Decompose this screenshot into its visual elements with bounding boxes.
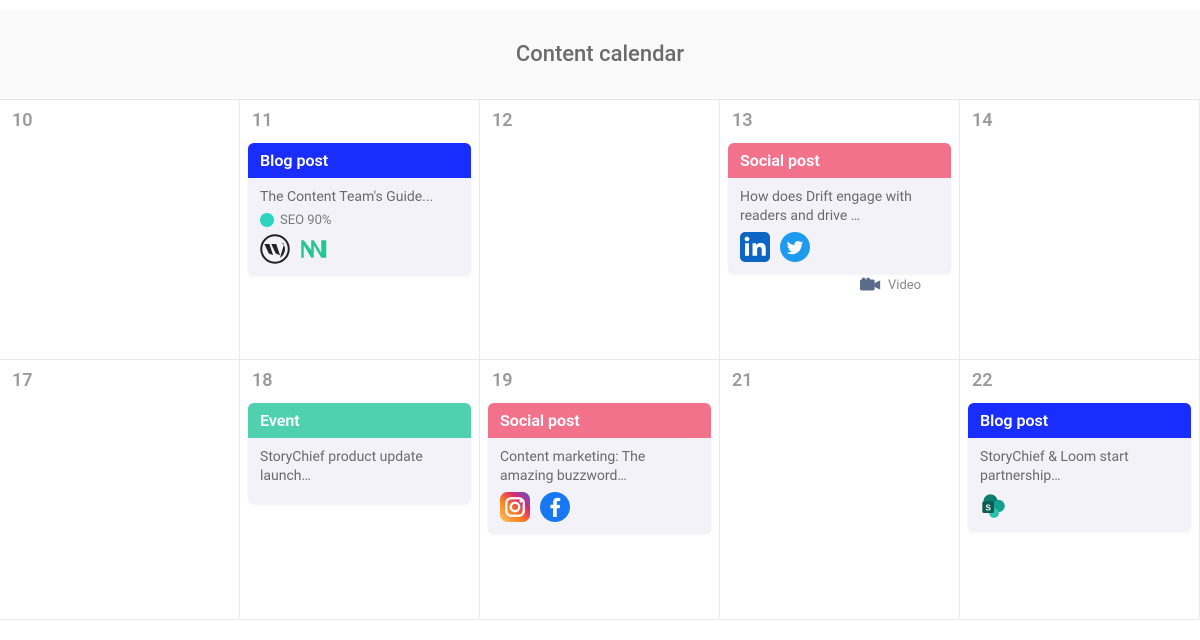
channel-icons [260, 234, 459, 264]
card-title: StoryChief & Loom start partnership… [980, 448, 1179, 486]
video-camera-icon [860, 277, 882, 293]
event-card-blog-11[interactable]: Blog post The Content Team's Guide... SE… [248, 143, 471, 276]
card-type-label: Social post [488, 403, 711, 438]
day-cell-12[interactable]: 12 [480, 100, 720, 360]
wordpress-icon [260, 234, 290, 264]
card-title: How does Drift engage with readers and d… [740, 188, 939, 226]
card-type-label: Blog post [968, 403, 1191, 438]
day-cell-21[interactable]: 21 [720, 360, 960, 620]
day-number: 18 [252, 370, 471, 391]
day-number: 13 [732, 110, 951, 131]
page-title: Content calendar [516, 42, 684, 67]
day-cell-14[interactable]: 14 Video [960, 100, 1200, 360]
sharepoint-icon: S [980, 492, 1008, 520]
channel-icons: S [980, 492, 1179, 520]
day-number: 12 [492, 110, 711, 131]
medium-icon [300, 234, 330, 264]
facebook-icon [540, 492, 570, 522]
card-type-label: Social post [728, 143, 951, 178]
day-number: 14 [972, 110, 1191, 131]
day-number: 19 [492, 370, 711, 391]
day-number: 22 [972, 370, 1191, 391]
twitter-icon [780, 232, 810, 262]
video-badge-label: Video [888, 278, 921, 293]
event-card-social-13[interactable]: Social post How does Drift engage with r… [728, 143, 951, 274]
seo-dot-icon [260, 213, 274, 227]
event-card-blog-22[interactable]: Blog post StoryChief & Loom start partne… [968, 403, 1191, 532]
day-cell-10[interactable]: 10 [0, 100, 240, 360]
day-number: 21 [732, 370, 951, 391]
svg-text:S: S [985, 503, 991, 512]
seo-score-text: SEO 90% [280, 213, 331, 228]
day-cell-17[interactable]: 17 [0, 360, 240, 620]
card-body: StoryChief product update launch… [248, 438, 471, 504]
linkedin-icon [740, 232, 770, 262]
card-body: The Content Team's Guide... SEO 90% [248, 178, 471, 276]
video-badge: Video [860, 277, 921, 293]
day-cell-13[interactable]: 13 Social post How does Drift engage wit… [720, 100, 960, 360]
card-title: StoryChief product update launch… [260, 448, 459, 486]
card-body: Content marketing: The amazing buzzword… [488, 438, 711, 534]
card-type-label: Event [248, 403, 471, 438]
card-title: Content marketing: The amazing buzzword… [500, 448, 699, 486]
day-number: 17 [12, 370, 231, 391]
card-body: How does Drift engage with readers and d… [728, 178, 951, 274]
day-cell-19[interactable]: 19 Social post Content marketing: The am… [480, 360, 720, 620]
card-title: The Content Team's Guide... [260, 188, 459, 207]
card-body: StoryChief & Loom start partnership… S [968, 438, 1191, 532]
event-card-event-18[interactable]: Event StoryChief product update launch… [248, 403, 471, 504]
event-card-social-19[interactable]: Social post Content marketing: The amazi… [488, 403, 711, 534]
seo-indicator: SEO 90% [260, 213, 459, 228]
day-cell-22[interactable]: 22 Blog post StoryChief & Loom start par… [960, 360, 1200, 620]
day-number: 10 [12, 110, 231, 131]
calendar-grid: 10 11 Blog post The Content Team's Guide… [0, 100, 1200, 620]
channel-icons [740, 232, 939, 262]
card-type-label: Blog post [248, 143, 471, 178]
day-cell-11[interactable]: 11 Blog post The Content Team's Guide...… [240, 100, 480, 360]
page-header: Content calendar [0, 10, 1200, 100]
instagram-icon [500, 492, 530, 522]
day-cell-18[interactable]: 18 Event StoryChief product update launc… [240, 360, 480, 620]
day-number: 11 [252, 110, 471, 131]
channel-icons [500, 492, 699, 522]
